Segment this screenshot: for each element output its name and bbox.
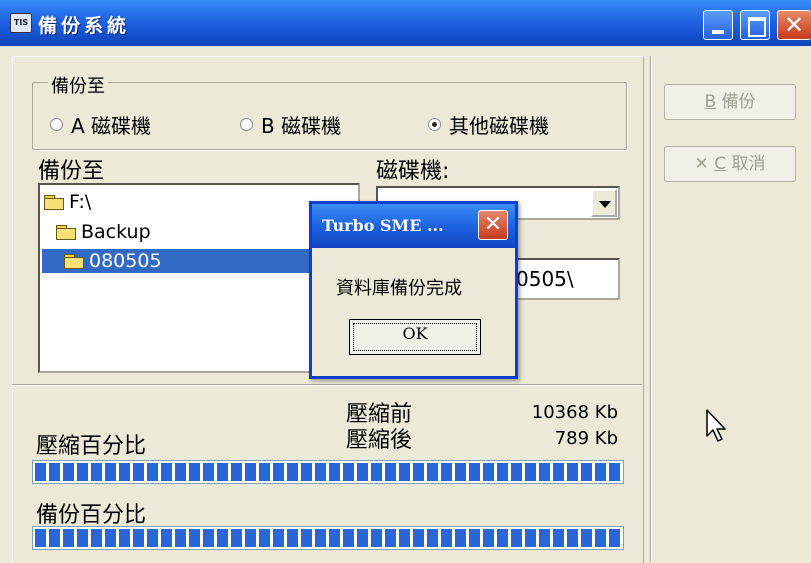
compression-percent-label: 壓縮百分比 [36,434,147,459]
backup-button-accel: B [704,92,717,112]
tree-item-080505[interactable]: 080505 [42,249,334,273]
dialog-close-button[interactable]: ✕ [478,210,508,240]
dialog-message: 資料庫備份完成 [336,278,462,299]
cancel-x-icon: ✕ [694,154,709,174]
open-folder-icon [56,225,76,240]
radio-other-drive-label: 其他磁碟機 [449,114,549,138]
drive-dropdown-button[interactable] [591,189,617,217]
panel-divider [650,56,652,562]
tree-item-080505-label: 080505 [89,250,162,272]
backup-button[interactable]: B 備份 [664,84,796,120]
backup-window: TIS 備份系統 ✕ 備份至 A 磁碟機 B 磁碟機 其他磁碟機 備份至 F:\… [0,0,811,563]
path-field-value: 0505\ [516,267,574,291]
radio-drive-b-label: B 磁碟機 [261,114,342,138]
radio-other-drive-indicator[interactable] [428,118,441,131]
after-compression-value: 789 Kb [554,428,618,449]
minimize-icon [712,30,724,34]
compression-progress-fill [35,463,621,481]
radio-drive-a-label: A 磁碟機 [71,114,152,138]
cancel-button[interactable]: ✕ C 取消 [664,146,796,182]
section-divider [12,384,642,386]
maximize-button[interactable] [740,10,770,40]
title-bar[interactable]: TIS 備份系統 ✕ [0,0,811,46]
tree-item-root-label: F:\ [69,191,92,213]
window-title: 備份系統 [38,15,131,37]
dialog-ok-label: OK [353,323,477,351]
folder-label: 備份至 [38,159,105,184]
chevron-down-icon [599,201,611,208]
close-button[interactable]: ✕ [777,10,811,40]
completion-dialog: Turbo SME ... ✕ 資料庫備份完成 OK [309,201,518,379]
cancel-button-label: 取消 [731,154,766,174]
backup-progress-bar [32,526,624,550]
radio-drive-b-indicator[interactable] [240,118,253,131]
backup-progress-fill [35,529,621,547]
dialog-title-bar[interactable]: Turbo SME ... ✕ [312,204,515,248]
maximize-icon [748,17,766,37]
tree-item-backup[interactable]: Backup [56,221,151,243]
backup-button-label: 備份 [721,92,756,112]
mouse-cursor-icon [706,409,726,442]
radio-drive-a-indicator[interactable] [50,118,63,131]
minimize-button[interactable] [703,10,733,40]
open-folder-icon [64,254,84,269]
tree-item-backup-label: Backup [81,221,151,243]
tree-item-root[interactable]: F:\ [44,191,91,213]
app-icon: TIS [10,13,32,33]
radio-drive-a[interactable]: A 磁碟機 [50,110,151,139]
cancel-button-accel: C [714,154,727,174]
open-folder-icon [44,195,64,210]
close-icon: ✕ [784,11,805,39]
before-compression-value: 10368 Kb [531,402,618,423]
radio-other-drive[interactable]: 其他磁碟機 [428,110,549,139]
dialog-ok-button[interactable]: OK [349,319,481,355]
drive-label: 磁碟機: [376,159,450,184]
dialog-title: Turbo SME ... [322,216,444,235]
destination-group-legend: 備份至 [48,72,108,98]
compression-progress-bar [32,460,624,484]
after-compression-label: 壓縮後 [346,428,413,453]
backup-percent-label: 備份百分比 [36,503,147,528]
radio-drive-b[interactable]: B 磁碟機 [240,110,341,139]
